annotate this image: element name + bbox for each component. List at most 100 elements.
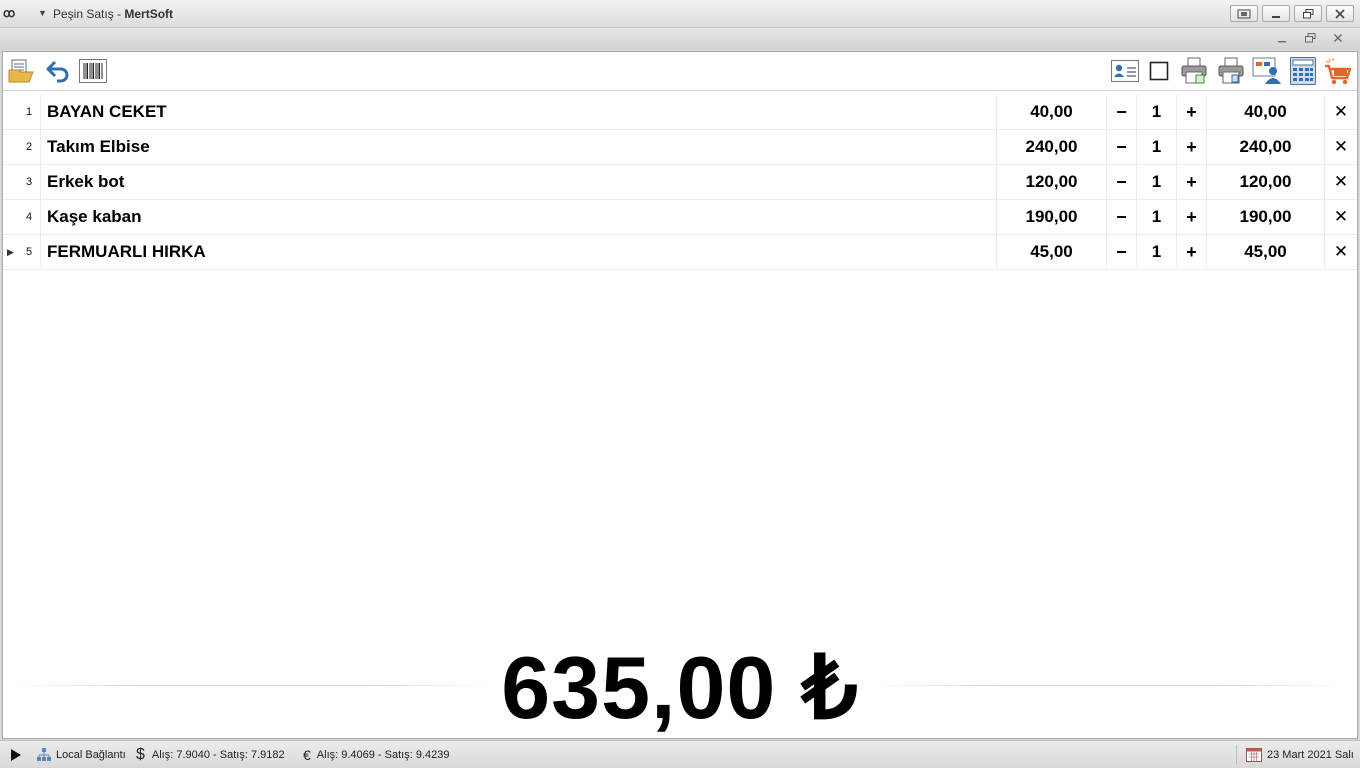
status-bar: Local Bağlantı $ Alış: 7.9040 - Satış: 7… xyxy=(0,740,1360,768)
status-play-button[interactable] xyxy=(10,741,22,768)
eur-rates: € Alış: 9.4069 - Satış: 9.4239 xyxy=(303,741,450,768)
increase-qty-button[interactable]: + xyxy=(1177,130,1207,164)
close-icon xyxy=(1334,34,1342,42)
printer-icon xyxy=(1181,57,1207,84)
delete-row-button[interactable]: ✕ xyxy=(1325,165,1357,199)
row-indicator xyxy=(3,200,18,234)
open-records-button[interactable] xyxy=(7,57,37,85)
minimize-button[interactable] xyxy=(1262,5,1290,22)
quantity[interactable]: 1 xyxy=(1137,235,1177,269)
delete-row-button[interactable]: ✕ xyxy=(1325,95,1357,129)
fullscreen-button[interactable] xyxy=(1230,5,1258,22)
increase-qty-button[interactable]: + xyxy=(1177,95,1207,129)
customer-card-button[interactable] xyxy=(1110,57,1140,85)
window-controls xyxy=(1230,5,1354,22)
play-icon xyxy=(11,748,21,761)
table-row[interactable]: 2 Takım Elbise 240,00−1 +240,00 ✕ xyxy=(3,130,1357,165)
mdi-bar xyxy=(0,28,1360,50)
restore-icon xyxy=(1302,8,1313,18)
unit-price[interactable]: 190,00 xyxy=(997,200,1107,234)
product-name[interactable]: Erkek bot xyxy=(41,165,997,199)
table-row[interactable]: 4 Kaşe kaban 190,00−1 +190,00 ✕ xyxy=(3,200,1357,235)
product-name[interactable]: Takım Elbise xyxy=(41,130,997,164)
unit-price[interactable]: 240,00 xyxy=(997,130,1107,164)
table-row[interactable]: 3 Erkek bot 120,00−1 +120,00 ✕ xyxy=(3,165,1357,200)
usd-rates-text: Alış: 7.9040 - Satış: 7.9182 xyxy=(151,748,285,761)
date-label: 23 Mart 2021 Salı xyxy=(1267,748,1354,761)
connection-label: Local Bağlantı xyxy=(56,748,126,761)
eur-rates-text: Alış: 9.4069 - Satış: 9.4239 xyxy=(316,748,450,761)
line-total: 45,00 xyxy=(1207,235,1325,269)
decrease-qty-button[interactable]: − xyxy=(1107,95,1137,129)
row-number: 4 xyxy=(18,200,41,234)
toolbar xyxy=(3,52,1357,91)
quantity[interactable]: 1 xyxy=(1137,165,1177,199)
increase-qty-button[interactable]: + xyxy=(1177,165,1207,199)
fullscreen-icon xyxy=(1237,9,1251,18)
row-indicator xyxy=(3,165,18,199)
delete-row-button[interactable]: ✕ xyxy=(1325,200,1357,234)
decrease-qty-button[interactable]: − xyxy=(1107,130,1137,164)
calendar-icon xyxy=(1246,748,1262,762)
unit-price[interactable]: 40,00 xyxy=(997,95,1107,129)
restore-icon xyxy=(1304,33,1315,43)
close-icon xyxy=(1335,8,1345,19)
mdi-restore-button[interactable] xyxy=(1302,30,1318,46)
minimize-icon xyxy=(1272,15,1280,18)
app-logo[interactable]: ꝏ xyxy=(3,6,15,20)
print-button[interactable] xyxy=(1179,57,1209,85)
sale-items-grid: 1 BAYAN CEKET 40,00−1 +40,00 ✕ 2 Takım Elbise 2… xyxy=(3,95,1357,270)
quantity[interactable]: 1 xyxy=(1137,130,1177,164)
line-total: 40,00 xyxy=(1207,95,1325,129)
minimize-icon xyxy=(1278,41,1286,43)
close-button[interactable] xyxy=(1326,5,1354,22)
new-sale-cart-button[interactable] xyxy=(1323,57,1353,85)
undo-icon xyxy=(46,60,69,83)
decrease-qty-button[interactable]: − xyxy=(1107,235,1137,269)
decrease-qty-button[interactable]: − xyxy=(1107,200,1137,234)
table-row[interactable]: 1 BAYAN CEKET 40,00−1 +40,00 ✕ xyxy=(3,95,1357,130)
customer-screen-button[interactable] xyxy=(1252,57,1282,85)
line-total: 240,00 xyxy=(1207,130,1325,164)
increase-qty-button[interactable]: + xyxy=(1177,200,1207,234)
product-name[interactable]: Kaşe kaban xyxy=(41,200,997,234)
sales-panel: 1 BAYAN CEKET 40,00−1 +40,00 ✕ 2 Takım Elbise 2… xyxy=(2,51,1358,739)
quick-access-dropdown-icon[interactable]: ▼ xyxy=(38,8,47,18)
calculator-icon xyxy=(1290,57,1316,85)
connection-status[interactable]: Local Bağlantı xyxy=(36,741,126,768)
product-name[interactable]: BAYAN CEKET xyxy=(41,95,997,129)
mdi-controls xyxy=(1274,30,1346,46)
folder-list-icon xyxy=(8,59,34,83)
row-indicator: ▶ xyxy=(7,246,14,257)
barcode-button[interactable] xyxy=(78,57,108,85)
decrease-qty-button[interactable]: − xyxy=(1107,165,1137,199)
table-row[interactable]: ▶ 5 FERMUARLI HIRKA 45,00−1 +45,00 ✕ xyxy=(3,235,1357,270)
select-checkbox-button[interactable] xyxy=(1144,57,1174,85)
calculator-button[interactable] xyxy=(1288,57,1318,85)
increase-qty-button[interactable]: + xyxy=(1177,235,1207,269)
line-total: 190,00 xyxy=(1207,200,1325,234)
restore-button[interactable] xyxy=(1294,5,1322,22)
unit-price[interactable]: 45,00 xyxy=(997,235,1107,269)
barcode-icon xyxy=(79,59,107,83)
delete-row-button[interactable]: ✕ xyxy=(1325,130,1357,164)
row-indicator xyxy=(3,95,18,129)
status-separator xyxy=(1236,745,1237,764)
printer-document-icon xyxy=(1218,57,1244,84)
mdi-close-button[interactable] xyxy=(1330,30,1346,46)
title-bar: ꝏ ▼ Peşin Satış - MertSoft xyxy=(0,0,1360,28)
euro-icon: € xyxy=(303,746,311,763)
date-display[interactable]: 23 Mart 2021 Salı xyxy=(1246,741,1354,768)
unit-price[interactable]: 120,00 xyxy=(997,165,1107,199)
print-preview-button[interactable] xyxy=(1216,57,1246,85)
delete-row-button[interactable]: ✕ xyxy=(1325,235,1357,269)
user-screen-icon xyxy=(1252,57,1281,84)
window-title-app: MertSoft xyxy=(124,7,174,21)
row-indicator xyxy=(3,130,18,164)
mdi-minimize-button[interactable] xyxy=(1274,30,1290,46)
window-title-main: Peşin Satış xyxy=(53,7,114,21)
undo-button[interactable] xyxy=(43,57,73,85)
product-name[interactable]: FERMUARLI HIRKA xyxy=(41,235,997,269)
quantity[interactable]: 1 xyxy=(1137,200,1177,234)
quantity[interactable]: 1 xyxy=(1137,95,1177,129)
